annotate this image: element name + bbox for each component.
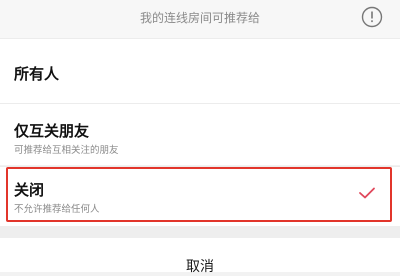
option-everyone-label: 所有人 — [14, 65, 60, 83]
checkmark-icon — [359, 187, 375, 199]
option-everyone[interactable]: 所有人 — [0, 38, 400, 103]
option-mutual-friends-label: 仅互关朋友 — [14, 122, 90, 140]
info-circle-icon[interactable] — [361, 6, 383, 28]
cancel-button-label: 取消 — [186, 259, 214, 275]
option-mutual-friends-description: 可推荐给互相关注的朋友 — [14, 145, 119, 156]
sheet-header: 我的连线房间可推荐给 — [0, 0, 400, 38]
option-off[interactable]: 关闭 不允许推荐给任何人 — [0, 166, 400, 227]
option-off-label: 关闭 — [14, 181, 45, 199]
cancel-button[interactable]: 取消 — [0, 238, 400, 275]
sheet-title: 我的连线房间可推荐给 — [139, 11, 260, 25]
option-mutual-friends[interactable]: 仅互关朋友 可推荐给互相关注的朋友 — [0, 103, 400, 165]
recommend-settings-sheet: 我的连线房间可推荐给 所有人 仅互关朋友 可推荐给互相关注的朋友 关闭 不允许推… — [0, 0, 400, 275]
option-off-description: 不允许推荐给任何人 — [14, 204, 100, 215]
section-divider — [0, 226, 400, 238]
